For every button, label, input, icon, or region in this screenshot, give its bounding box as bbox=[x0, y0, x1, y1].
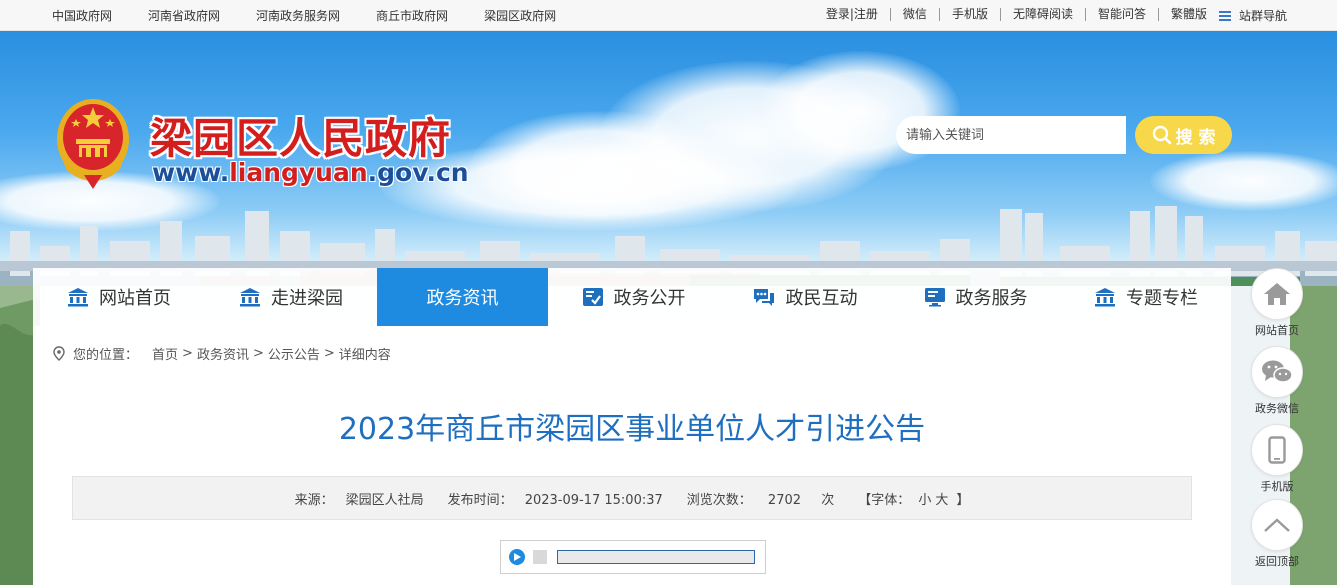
breadcrumb-separator: > bbox=[323, 346, 335, 361]
stop-button[interactable] bbox=[533, 550, 547, 564]
document-check-icon bbox=[582, 288, 603, 306]
article-source: 来源： 梁园区人社局 bbox=[294, 492, 424, 508]
site-name: 梁园区人民政府 bbox=[150, 114, 452, 163]
traditional-chinese-link[interactable]: 繁體版 bbox=[1159, 8, 1219, 21]
smart-qa-link[interactable]: 智能问答 bbox=[1086, 8, 1159, 21]
link-china-gov[interactable]: 中国政府网 bbox=[52, 7, 112, 24]
login-register-link[interactable]: 登录|注册 bbox=[814, 8, 891, 21]
link-henan-gov[interactable]: 河南省政府网 bbox=[148, 7, 220, 24]
nav-about-liangyuan[interactable]: 走进梁园 bbox=[205, 268, 377, 326]
breadcrumb-gov-news[interactable]: 政务资讯 bbox=[197, 344, 249, 363]
breadcrumb-separator: > bbox=[182, 346, 193, 361]
site-group-nav[interactable]: 站群导航 bbox=[1218, 7, 1287, 24]
nav-gov-news[interactable]: 政务资讯 bbox=[377, 268, 548, 326]
float-mobile[interactable]: 手机版 bbox=[1251, 424, 1303, 494]
float-wechat[interactable]: 政务微信 bbox=[1251, 346, 1303, 416]
bank-icon bbox=[68, 288, 88, 307]
breadcrumb-home[interactable]: 首页 bbox=[152, 344, 178, 363]
nav-gov-disclosure[interactable]: 政务公开 bbox=[548, 268, 719, 326]
nav-about-label: 走进梁园 bbox=[271, 288, 343, 309]
audio-player bbox=[500, 540, 766, 574]
float-back-to-top[interactable]: 返回顶部 bbox=[1251, 499, 1303, 569]
nav-home[interactable]: 网站首页 bbox=[33, 268, 205, 326]
bank-icon bbox=[1095, 288, 1115, 307]
article-published: 发布时间： 2023-09-17 15:00:37 bbox=[447, 492, 663, 508]
menu-icon bbox=[1218, 10, 1231, 21]
breadcrumb-separator: > bbox=[252, 346, 264, 361]
play-icon bbox=[514, 553, 521, 561]
partner-links: 中国政府网 河南省政府网 河南政务服务网 商丘市政府网 梁园区政府网 bbox=[52, 7, 592, 24]
wechat-link[interactable]: 微信 bbox=[891, 8, 940, 21]
wechat-icon bbox=[1251, 346, 1303, 398]
nav-interaction-label: 政民互动 bbox=[785, 288, 858, 309]
nav-gov-service-label: 政务服务 bbox=[955, 288, 1028, 309]
search-button[interactable]: 搜 索 bbox=[1135, 116, 1232, 154]
accessibility-link[interactable]: 无障碍阅读 bbox=[1001, 8, 1086, 21]
location-pin-icon bbox=[53, 346, 65, 361]
breadcrumb-current: 详细内容 bbox=[338, 348, 391, 363]
national-emblem-logo bbox=[57, 99, 129, 189]
article-panel: 您的位置： 首页 > 政务资讯 > 公示公告 > 详细内容 2023年商丘市梁园… bbox=[33, 326, 1231, 585]
nav-interaction[interactable]: 政民互动 bbox=[719, 268, 890, 326]
article-meta: 来源： 梁园区人社局 发布时间： 2023-09-17 15:00:37 浏览次数：… bbox=[72, 476, 1192, 520]
search-input[interactable] bbox=[896, 116, 1126, 154]
breadcrumb-position-label: 您的位置： bbox=[73, 348, 139, 363]
float-mobile-label: 手机版 bbox=[1260, 480, 1294, 493]
audio-progress-bar[interactable] bbox=[557, 550, 755, 564]
mobile-link[interactable]: 手机版 bbox=[940, 8, 1001, 21]
nav-special-topics[interactable]: 专题专栏 bbox=[1061, 268, 1231, 326]
utility-links: 登录|注册 微信 手机版 无障碍阅读 智能问答 繁體版 bbox=[814, 8, 1219, 21]
mobile-phone-icon bbox=[1251, 424, 1303, 476]
font-large-button[interactable]: 大 bbox=[935, 493, 948, 508]
nav-gov-service[interactable]: 政务服务 bbox=[890, 268, 1061, 326]
link-henan-service[interactable]: 河南政务服务网 bbox=[256, 7, 340, 24]
bank-icon bbox=[240, 288, 260, 307]
main-nav: 网站首页 走进梁园 政务资讯 政务公开 政民互动 政务服务 专题专栏 bbox=[33, 268, 1231, 326]
nav-special-topics-label: 专题专栏 bbox=[1126, 288, 1198, 309]
nav-gov-disclosure-label: 政务公开 bbox=[613, 288, 686, 309]
play-button[interactable] bbox=[509, 549, 525, 565]
search-icon bbox=[1152, 125, 1171, 145]
top-links-bar: 中国政府网 河南省政府网 河南政务服务网 商丘市政府网 梁园区政府网 登录|注册… bbox=[0, 0, 1337, 31]
article-views: 浏览次数： 2702 次 bbox=[686, 492, 835, 508]
nav-gov-news-label: 政务资讯 bbox=[426, 288, 499, 309]
site-domain: www.liangyuan.gov.cn bbox=[152, 158, 469, 187]
site-group-nav-label: 站群导航 bbox=[1238, 9, 1287, 23]
float-wechat-label: 政务微信 bbox=[1255, 402, 1299, 415]
font-small-button[interactable]: 小 bbox=[918, 493, 931, 508]
link-shangqiu-gov[interactable]: 商丘市政府网 bbox=[376, 7, 448, 24]
nav-home-label: 网站首页 bbox=[99, 288, 171, 309]
chevron-up-icon bbox=[1251, 499, 1303, 551]
article-title: 2023年商丘市梁园区事业单位人才引进公告 bbox=[338, 412, 926, 447]
float-home[interactable]: 网站首页 bbox=[1251, 268, 1303, 338]
monitor-icon bbox=[924, 288, 945, 307]
font-size-switcher: 【字体：小大】 bbox=[858, 492, 970, 508]
chat-icon bbox=[753, 289, 774, 306]
search-button-label: 搜 索 bbox=[1175, 127, 1216, 148]
breadcrumb: 您的位置： 首页 > 政务资讯 > 公示公告 > 详细内容 bbox=[53, 344, 391, 363]
breadcrumb-announcements[interactable]: 公示公告 bbox=[268, 344, 320, 363]
link-liangyuan-gov[interactable]: 梁园区政府网 bbox=[484, 7, 556, 24]
float-back-to-top-label: 返回顶部 bbox=[1255, 555, 1299, 568]
float-home-label: 网站首页 bbox=[1255, 324, 1299, 337]
home-icon bbox=[1251, 268, 1303, 320]
